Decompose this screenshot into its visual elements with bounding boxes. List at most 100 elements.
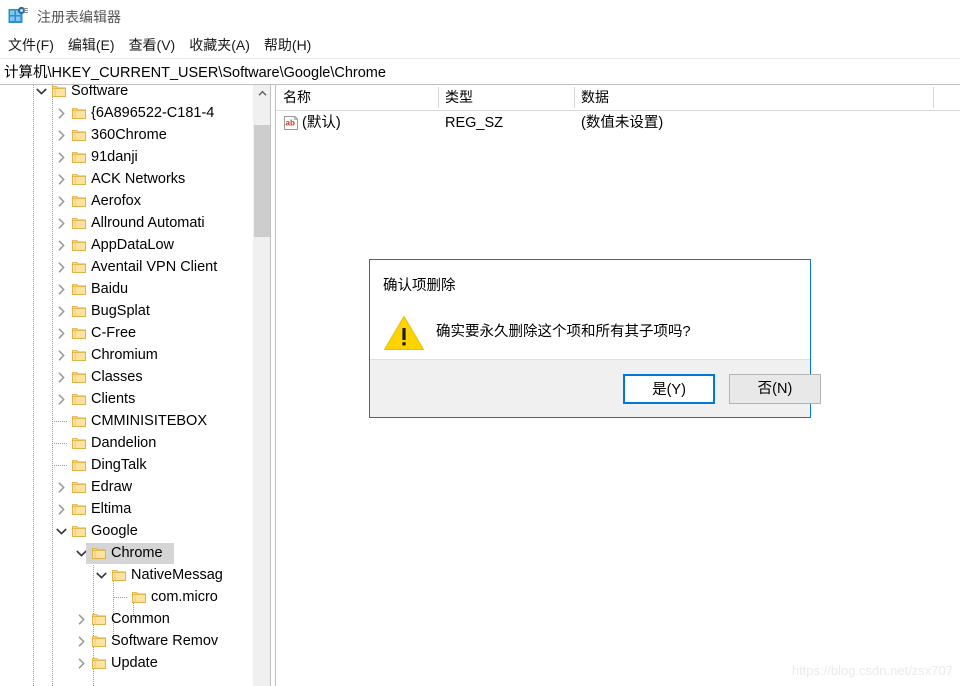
tree-guide-stub — [54, 443, 68, 444]
folder-icon — [72, 437, 86, 450]
list-row[interactable]: ab (默认) REG_SZ (数值未设置) — [276, 111, 960, 135]
yes-button[interactable]: 是(Y) — [623, 374, 715, 404]
tree-guide-stub — [54, 465, 68, 466]
tree-scrollbar[interactable] — [253, 85, 271, 686]
menu-file[interactable]: 文件(F) — [1, 33, 61, 58]
chevron-right-icon[interactable] — [53, 366, 69, 388]
tree-item-label: {6A896522-C181-4 — [91, 105, 215, 121]
chevron-down-icon[interactable] — [53, 520, 69, 542]
watermark: https://blog.csdn.net/zsx707 — [791, 663, 953, 678]
chevron-right-icon[interactable] — [53, 278, 69, 300]
tree-item[interactable]: AppDataLow — [0, 234, 253, 256]
tree-item-label: 91danji — [91, 149, 138, 165]
tree-item[interactable]: 360Chrome — [0, 124, 253, 146]
tree-item[interactable]: Edraw — [0, 476, 253, 498]
folder-icon — [72, 305, 86, 318]
tree-item[interactable]: Chromium — [0, 344, 253, 366]
chevron-right-icon[interactable] — [53, 146, 69, 168]
tree-item[interactable]: 91danji — [0, 146, 253, 168]
tree-item[interactable]: Common — [0, 608, 253, 630]
tree-item[interactable]: Dandelion — [0, 432, 253, 454]
window-title: 注册表编辑器 — [37, 8, 121, 25]
tree-item-label: BugSplat — [91, 303, 150, 319]
folder-icon — [72, 349, 86, 362]
tree-item-label: Clients — [91, 391, 136, 407]
folder-icon — [72, 525, 86, 538]
folder-icon — [112, 569, 126, 582]
tree-item[interactable]: Eltima — [0, 498, 253, 520]
dialog-message: 确实要永久删除这个项和所有其子项吗? — [436, 324, 691, 340]
chevron-right-icon[interactable] — [53, 322, 69, 344]
tree-item-label: CMMINISITEBOX — [91, 413, 208, 429]
chevron-right-icon[interactable] — [53, 498, 69, 520]
tree-item[interactable]: Allround Automati — [0, 212, 253, 234]
cell-name: (默认) — [302, 115, 341, 131]
tree-item[interactable]: NativeMessag — [0, 564, 253, 586]
tree-item-label: Dandelion — [91, 435, 157, 451]
tree-item-label: Chromium — [91, 347, 158, 363]
chevron-right-icon[interactable] — [53, 124, 69, 146]
tree-item-label: Eltima — [91, 501, 132, 517]
tree-item[interactable]: Aventail VPN Client — [0, 256, 253, 278]
column-divider[interactable] — [574, 87, 575, 108]
chevron-up-icon[interactable] — [254, 85, 271, 102]
column-divider[interactable] — [933, 87, 934, 108]
tree-item[interactable]: Update — [0, 652, 253, 674]
registry-key-tree[interactable]: Software {6A896522-C181-4 360Chrome 91danji… — [0, 85, 253, 686]
chevron-down-icon[interactable] — [33, 85, 49, 102]
folder-icon — [72, 173, 86, 186]
column-type[interactable]: 类型 — [438, 85, 574, 110]
chevron-right-icon[interactable] — [53, 476, 69, 498]
tree-scrollbar-thumb[interactable] — [254, 125, 271, 237]
no-button[interactable]: 否(N) — [729, 374, 821, 404]
tree-item[interactable]: Google — [0, 520, 253, 542]
tree-item[interactable]: Classes — [0, 366, 253, 388]
folder-icon — [72, 327, 86, 340]
chevron-right-icon[interactable] — [53, 190, 69, 212]
tree-item[interactable]: Software — [0, 85, 253, 102]
tree-item[interactable]: Baidu — [0, 278, 253, 300]
menu-favorites[interactable]: 收藏夹(A) — [182, 33, 257, 58]
tree-item[interactable]: DingTalk — [0, 454, 253, 476]
chevron-right-icon[interactable] — [53, 234, 69, 256]
tree-item-label: Edraw — [91, 479, 133, 495]
chevron-right-icon[interactable] — [53, 300, 69, 322]
dialog-title: 确认项删除 — [383, 278, 456, 294]
tree-item[interactable]: CMMINISITEBOX — [0, 410, 253, 432]
chevron-right-icon[interactable] — [73, 652, 89, 674]
tree-item[interactable]: C-Free — [0, 322, 253, 344]
folder-icon — [52, 85, 66, 98]
tree-item[interactable]: {6A896522-C181-4 — [0, 102, 253, 124]
string-value-icon: ab — [283, 115, 299, 131]
tree-item[interactable]: Software Remov — [0, 630, 253, 652]
tree-item[interactable]: Clients — [0, 388, 253, 410]
chevron-right-icon[interactable] — [73, 630, 89, 652]
chevron-down-icon[interactable] — [93, 564, 109, 586]
address-bar[interactable]: 计算机\HKEY_CURRENT_USER\Software\Google\Ch… — [0, 59, 960, 85]
tree-item[interactable]: BugSplat — [0, 300, 253, 322]
chevron-right-icon[interactable] — [53, 344, 69, 366]
chevron-right-icon[interactable] — [73, 608, 89, 630]
menu-bar: 文件(F) 编辑(E) 查看(V) 收藏夹(A) 帮助(H) — [0, 33, 960, 59]
tree-item-label: com.micro — [151, 589, 218, 605]
chevron-right-icon[interactable] — [53, 388, 69, 410]
chevron-right-icon[interactable] — [53, 168, 69, 190]
tree-item-label: Baidu — [91, 281, 129, 297]
column-name[interactable]: 名称 — [276, 85, 438, 110]
chevron-right-icon[interactable] — [53, 102, 69, 124]
folder-icon — [72, 107, 86, 120]
chevron-right-icon[interactable] — [53, 212, 69, 234]
chevron-right-icon[interactable] — [53, 256, 69, 278]
menu-edit[interactable]: 编辑(E) — [61, 33, 122, 58]
tree-item[interactable]: ACK Networks — [0, 168, 253, 190]
tree-item[interactable]: Aerofox — [0, 190, 253, 212]
folder-icon — [72, 393, 86, 406]
tree-item[interactable]: com.micro — [0, 586, 253, 608]
folder-icon — [72, 239, 86, 252]
column-data[interactable]: 数据 — [574, 85, 933, 110]
folder-icon — [132, 591, 146, 604]
menu-help[interactable]: 帮助(H) — [257, 33, 318, 58]
tree-item[interactable]: Chrome — [0, 542, 253, 564]
menu-view[interactable]: 查看(V) — [122, 33, 183, 58]
column-divider[interactable] — [438, 87, 439, 108]
